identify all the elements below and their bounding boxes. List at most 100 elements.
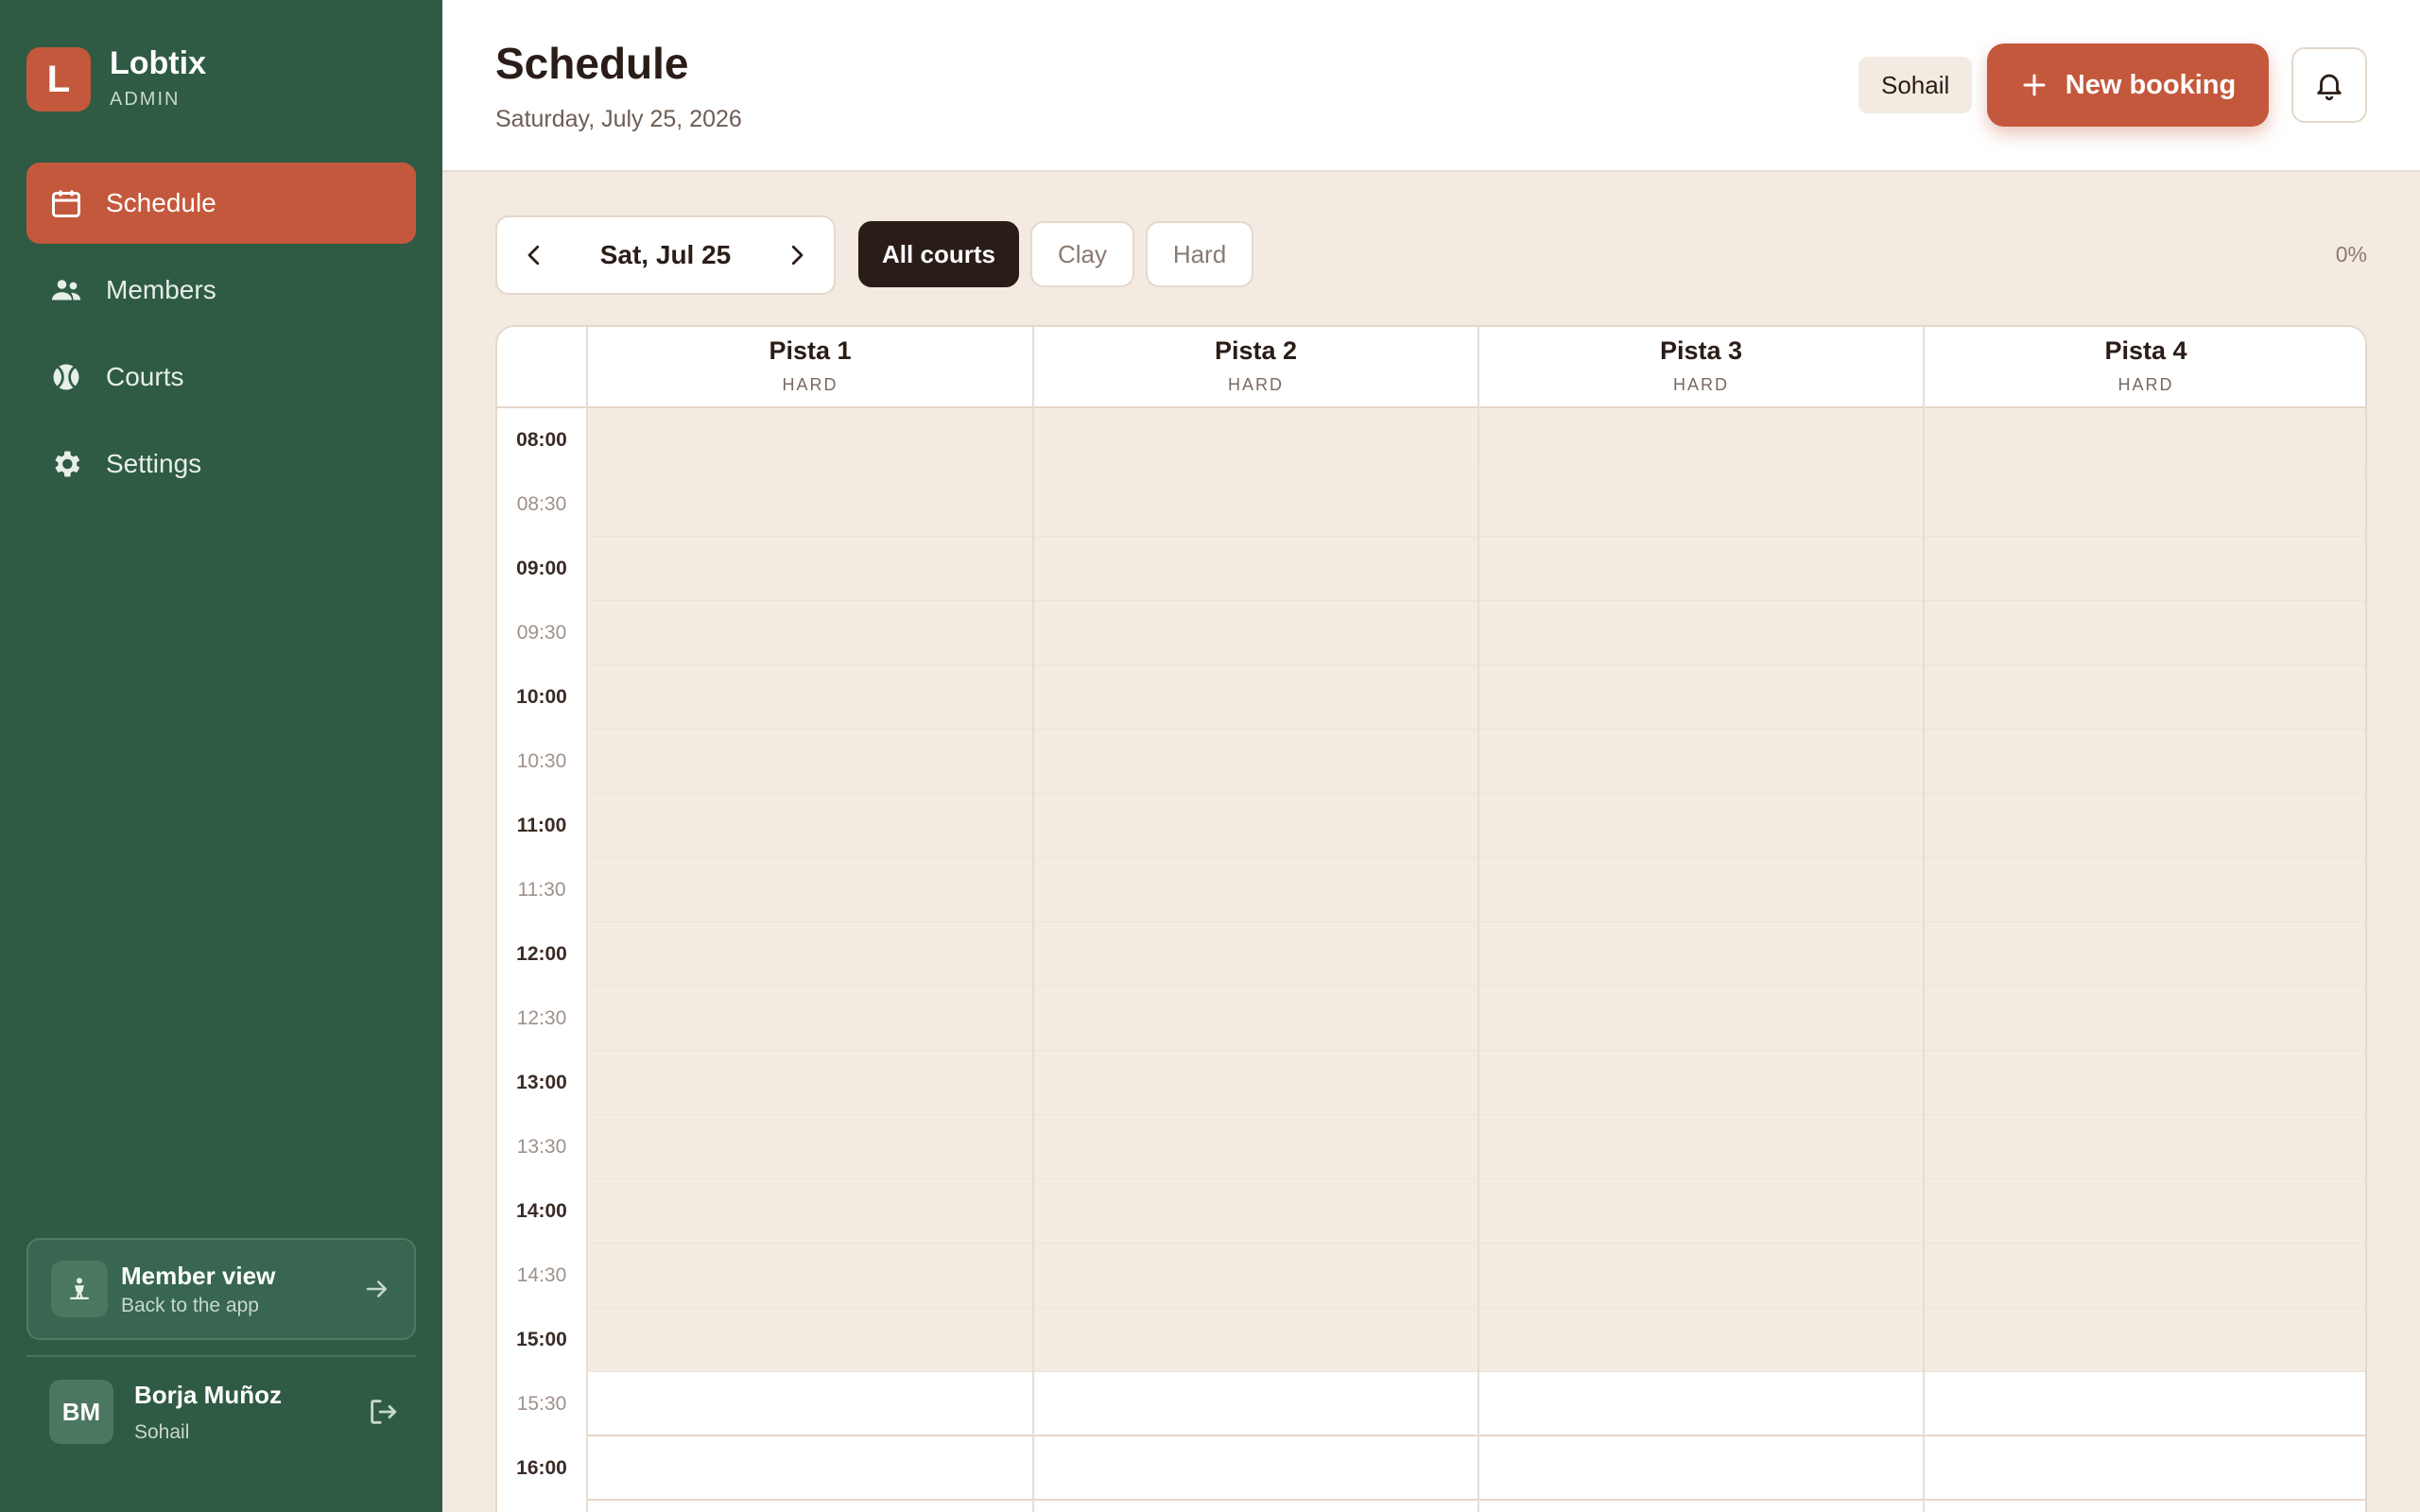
bell-icon bbox=[2317, 74, 2342, 101]
column-divider bbox=[1478, 408, 1479, 1512]
filter-clay[interactable]: Clay bbox=[1030, 221, 1134, 287]
time-slot-row[interactable] bbox=[586, 537, 2365, 601]
plus-icon bbox=[2023, 74, 2046, 96]
time-column: 08:00 08:30 09:00 09:30 10:00 10:30 11:00 11:30… bbox=[497, 408, 586, 1512]
time-label: 10:00 bbox=[516, 686, 567, 708]
time-slot-row[interactable] bbox=[586, 1372, 2365, 1436]
top-header: Schedule Saturday, July 25, 2026 Sohail … bbox=[442, 0, 2420, 172]
tennis-ball-icon bbox=[53, 364, 79, 390]
people-icon bbox=[52, 280, 80, 301]
date-navigator: Sat, Jul 25 bbox=[495, 215, 836, 295]
column-divider bbox=[586, 408, 588, 1512]
court-name: Pista 2 bbox=[1214, 336, 1298, 365]
slot-area bbox=[586, 408, 2365, 1512]
user-card: BM Borja Muñoz Sohail bbox=[49, 1380, 399, 1444]
time-slot-row[interactable] bbox=[586, 601, 2365, 665]
page-title: Schedule bbox=[495, 39, 689, 88]
current-date-label[interactable]: Sat, Jul 25 bbox=[600, 240, 732, 270]
user-club: Sohail bbox=[134, 1420, 190, 1443]
brand-text: Lobtix ADMIN bbox=[110, 47, 206, 111]
time-label: 12:30 bbox=[516, 1007, 567, 1029]
chevron-right-icon[interactable] bbox=[783, 241, 811, 269]
time-label: 12:00 bbox=[516, 943, 567, 965]
member-view-subtitle: Back to the app bbox=[121, 1294, 259, 1316]
time-label: 11:00 bbox=[516, 815, 567, 836]
time-label: 09:00 bbox=[516, 558, 567, 579]
notifications-button[interactable] bbox=[2291, 47, 2367, 123]
time-slot-row[interactable] bbox=[586, 408, 2365, 472]
brand[interactable]: L Lobtix ADMIN bbox=[26, 47, 206, 112]
sidebar-item-label: Settings bbox=[106, 449, 202, 478]
time-slot-row[interactable] bbox=[586, 665, 2365, 730]
time-label: 15:00 bbox=[516, 1329, 567, 1350]
member-view-button[interactable]: Member view Back to the app bbox=[26, 1238, 416, 1340]
person-icon bbox=[51, 1261, 108, 1317]
sidebar-item-settings[interactable]: Settings bbox=[26, 423, 416, 505]
column-divider bbox=[1032, 408, 1034, 1512]
court-surface: HARD bbox=[1672, 375, 1729, 394]
schedule-grid: Pista 1 HARD Pista 2 HARD Pista 3 HARD P… bbox=[495, 325, 2367, 1512]
court-name: Pista 3 bbox=[1659, 336, 1743, 365]
court-column-header: Pista 3 HARD bbox=[1478, 327, 1923, 408]
arrow-right-icon bbox=[366, 1280, 387, 1297]
time-slot-row[interactable] bbox=[586, 1051, 2365, 1115]
court-surface: HARD bbox=[1227, 375, 1284, 394]
time-label: 14:00 bbox=[516, 1200, 567, 1222]
sidebar-item-members[interactable]: Members bbox=[26, 249, 416, 331]
filter-all-courts[interactable]: All courts bbox=[858, 221, 1019, 287]
time-slot-row[interactable] bbox=[586, 858, 2365, 922]
chevron-left-icon[interactable] bbox=[520, 241, 548, 269]
court-surface: HARD bbox=[782, 375, 838, 394]
time-label: 08:30 bbox=[516, 493, 567, 515]
time-slot-row[interactable] bbox=[586, 472, 2365, 537]
new-booking-label: New booking bbox=[2065, 69, 2237, 100]
column-divider bbox=[1923, 408, 1925, 1512]
time-label: 13:00 bbox=[516, 1072, 567, 1093]
avatar: BM bbox=[49, 1380, 113, 1444]
time-label: 16:00 bbox=[516, 1457, 567, 1479]
time-slot-row[interactable] bbox=[586, 1436, 2365, 1501]
sidebar-item-schedule[interactable]: Schedule bbox=[26, 163, 416, 244]
time-label: 08:00 bbox=[516, 429, 567, 451]
grid-header: Pista 1 HARD Pista 2 HARD Pista 3 HARD P… bbox=[497, 327, 2365, 408]
sidebar-item-label: Courts bbox=[106, 362, 184, 391]
time-slot-row[interactable] bbox=[586, 1179, 2365, 1244]
time-slot-row[interactable] bbox=[586, 922, 2365, 987]
time-slot-row[interactable] bbox=[586, 1244, 2365, 1308]
sidebar-item-label: Schedule bbox=[106, 188, 216, 217]
member-view-text: Member view Back to the app bbox=[121, 1262, 363, 1317]
page-date: Saturday, July 25, 2026 bbox=[495, 106, 742, 132]
time-label: 10:30 bbox=[516, 750, 567, 772]
sidebar-divider bbox=[26, 1355, 416, 1357]
sidebar: L Lobtix ADMIN Schedule Members Courts S… bbox=[0, 0, 442, 1512]
time-label: 15:30 bbox=[516, 1393, 567, 1415]
court-column-header: Pista 1 HARD bbox=[586, 327, 1032, 408]
time-label: 11:30 bbox=[517, 879, 566, 901]
sidebar-item-label: Members bbox=[106, 275, 216, 304]
brand-role: ADMIN bbox=[110, 89, 181, 110]
court-column-header: Pista 4 HARD bbox=[1923, 327, 2365, 408]
time-label: 09:30 bbox=[516, 622, 567, 644]
time-label: 14:30 bbox=[516, 1264, 567, 1286]
court-column-header: Pista 2 HARD bbox=[1032, 327, 1478, 408]
logout-icon[interactable] bbox=[367, 1396, 399, 1428]
brand-name: Lobtix bbox=[110, 45, 206, 81]
time-slot-row[interactable] bbox=[586, 730, 2365, 794]
app-root: L Lobtix ADMIN Schedule Members Courts S… bbox=[0, 0, 2420, 1512]
gear-icon bbox=[55, 451, 80, 477]
new-booking-button[interactable]: New booking bbox=[1987, 43, 2269, 127]
court-name: Pista 4 bbox=[2104, 336, 2187, 365]
club-chip[interactable]: Sohail bbox=[1858, 57, 1973, 113]
court-name: Pista 1 bbox=[769, 336, 852, 365]
user-text: Borja Muñoz Sohail bbox=[134, 1381, 367, 1444]
brand-logo: L bbox=[26, 47, 91, 112]
time-slot-row[interactable] bbox=[586, 794, 2365, 858]
sidebar-item-courts[interactable]: Courts bbox=[26, 336, 416, 418]
time-slot-row[interactable] bbox=[586, 987, 2365, 1051]
occupancy-percent: 0% bbox=[2335, 242, 2367, 266]
time-label: 13:30 bbox=[516, 1136, 567, 1158]
time-slot-row[interactable] bbox=[586, 1115, 2365, 1179]
time-slot-row[interactable] bbox=[586, 1308, 2365, 1372]
filter-hard[interactable]: Hard bbox=[1146, 221, 1253, 287]
court-surface: HARD bbox=[2118, 375, 2174, 394]
